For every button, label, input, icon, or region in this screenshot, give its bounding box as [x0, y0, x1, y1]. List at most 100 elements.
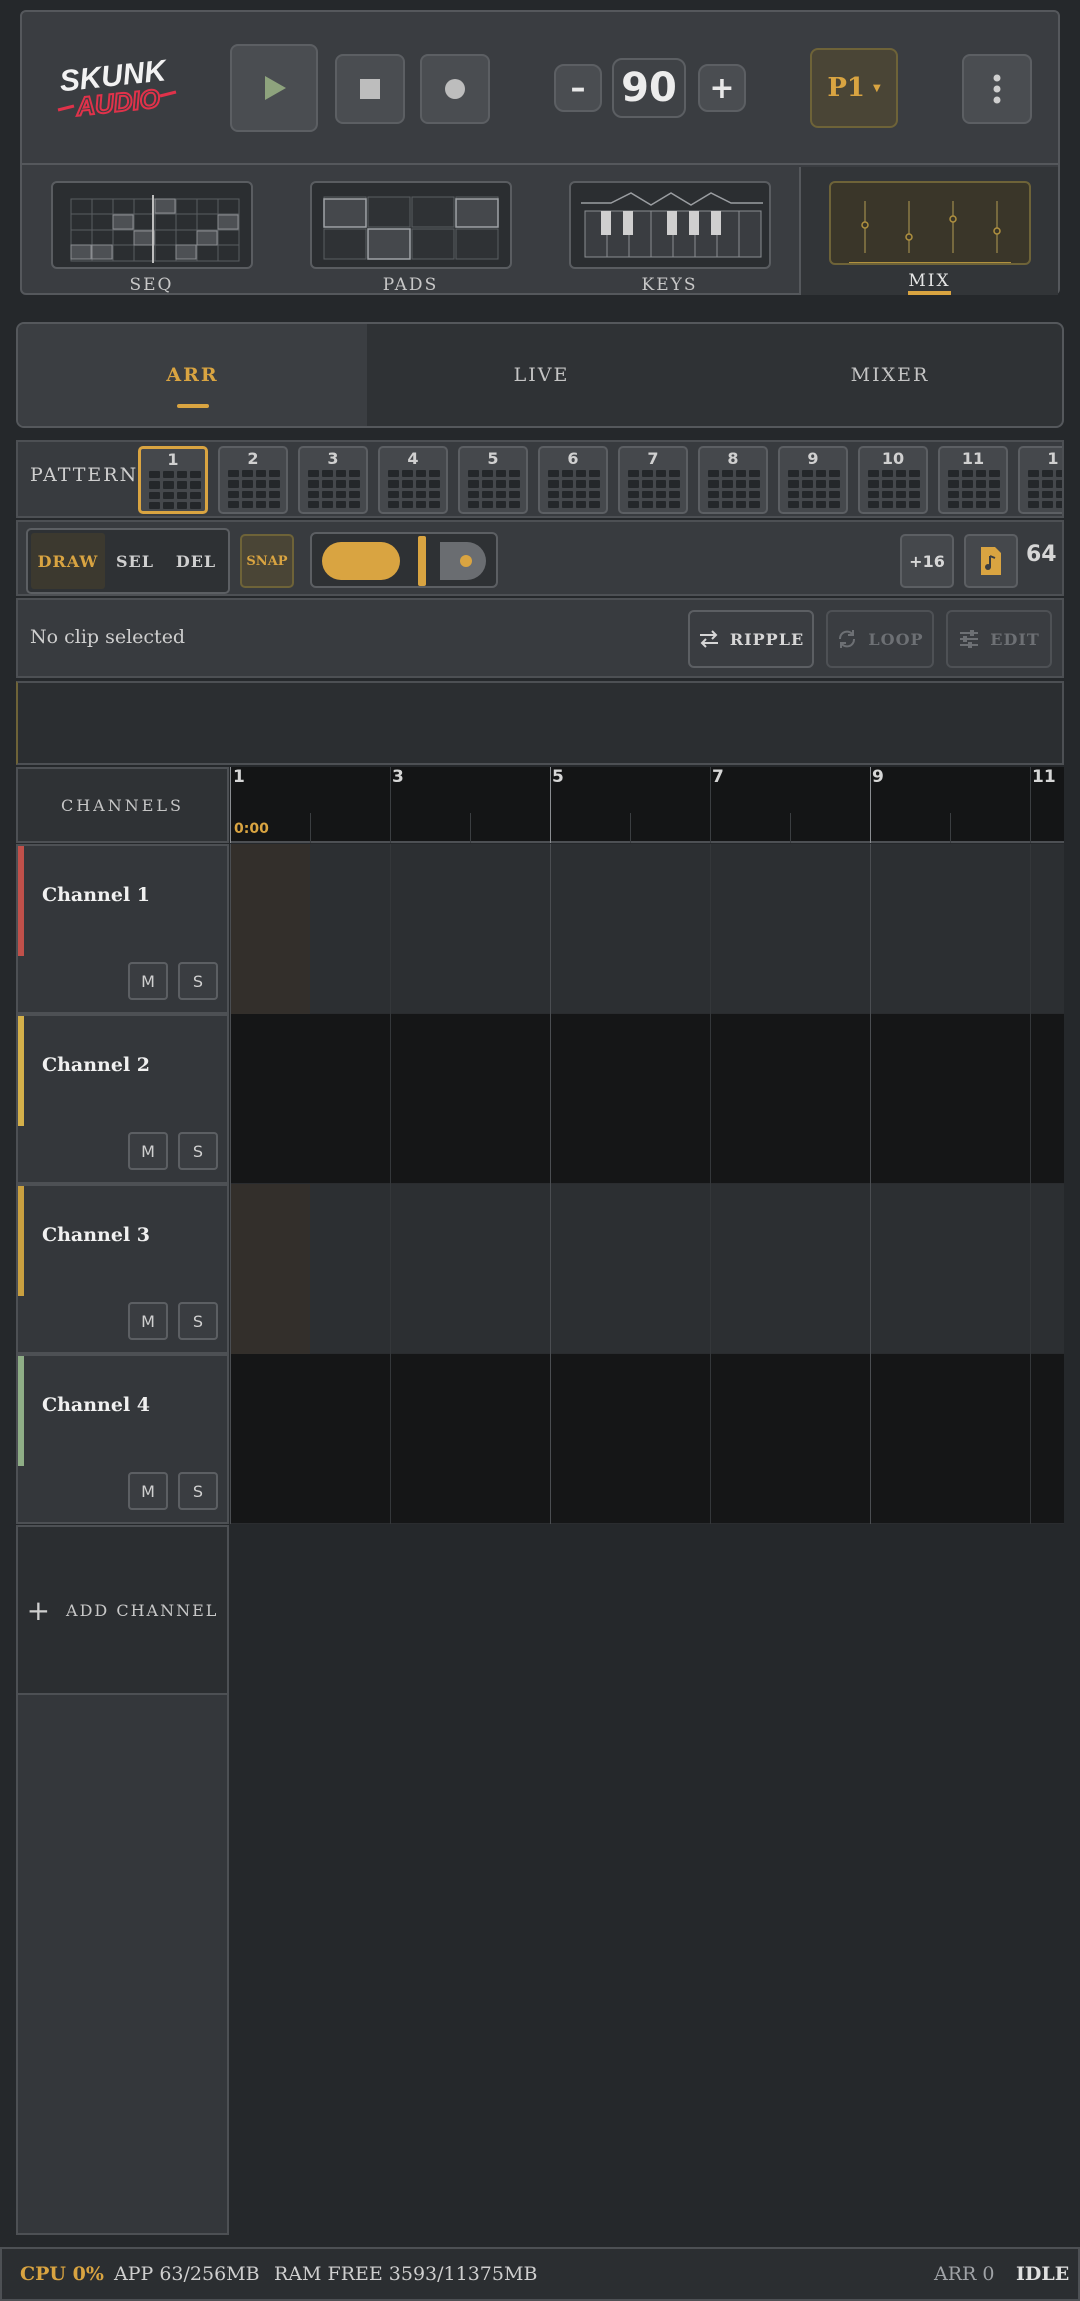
- mute-button[interactable]: M: [128, 1302, 168, 1340]
- channel-lane-2[interactable]: [230, 1014, 1064, 1184]
- lane-gridline: [710, 1354, 711, 1524]
- pattern-select-value: P1: [827, 73, 865, 103]
- clip-bar: No clip selected RIPPLE LOOP EDIT: [16, 598, 1064, 678]
- app-header: SKUNK AUDIO – 90 + P1 ▼ SEQ PADS KEYS MI…: [20, 10, 1060, 295]
- zoom-handle[interactable]: [418, 536, 426, 586]
- view-tabs: ARR LIVE MIXER: [16, 322, 1064, 428]
- channel-row-3[interactable]: Channel 3 MS: [16, 1184, 229, 1354]
- lane-gridline: [550, 1014, 551, 1184]
- add-16-bars-button[interactable]: +16: [900, 534, 954, 588]
- solo-button[interactable]: S: [178, 1132, 218, 1170]
- tab-arr[interactable]: ARR: [18, 324, 367, 426]
- engine-state: IDLE: [1016, 2263, 1070, 2285]
- pattern-slot-12[interactable]: 1: [1018, 446, 1062, 514]
- channel-name[interactable]: Channel 4: [42, 1394, 150, 1416]
- channel-lane-4[interactable]: [230, 1354, 1064, 1524]
- pattern-select-dropdown[interactable]: P1 ▼: [810, 48, 898, 128]
- mute-button[interactable]: M: [128, 1132, 168, 1170]
- tab-live[interactable]: LIVE: [367, 324, 716, 426]
- mute-button[interactable]: M: [128, 1472, 168, 1510]
- lane-gridline: [390, 1184, 391, 1354]
- mode-pads[interactable]: PADS: [281, 167, 540, 295]
- solo-button[interactable]: S: [178, 1302, 218, 1340]
- pattern-slot-4[interactable]: 4: [378, 446, 448, 514]
- lane-gridline: [230, 1354, 231, 1524]
- ripple-button[interactable]: RIPPLE: [688, 610, 814, 668]
- arrangement-count: ARR 0: [934, 2263, 995, 2285]
- edit-button[interactable]: EDIT: [946, 610, 1052, 668]
- channel-row-1[interactable]: Channel 1 MS: [16, 844, 229, 1014]
- snap-toggle-button[interactable]: SNAP: [240, 534, 294, 588]
- zoom-track-fill: [322, 542, 400, 580]
- lane-highlight: [230, 844, 310, 1014]
- channel-lane-3[interactable]: [230, 1184, 1064, 1354]
- pattern-slot-5[interactable]: 5: [458, 446, 528, 514]
- delete-tool-button[interactable]: DEL: [165, 533, 227, 589]
- solo-button[interactable]: S: [178, 1472, 218, 1510]
- pattern-number: 1: [1047, 449, 1059, 468]
- mode-seq[interactable]: SEQ: [22, 167, 281, 295]
- ruler-line: [390, 767, 391, 843]
- loop-button[interactable]: LOOP: [826, 610, 934, 668]
- channel-row-4[interactable]: Channel 4 MS: [16, 1354, 229, 1524]
- channel-lane-1[interactable]: [230, 844, 1064, 1014]
- pattern-slot-1[interactable]: 1: [138, 446, 208, 514]
- pattern-number: 2: [247, 449, 259, 468]
- bar-number: 3: [392, 767, 404, 787]
- pattern-grid-icon: [388, 470, 440, 508]
- stop-button[interactable]: [335, 54, 405, 124]
- pattern-slot-8[interactable]: 8: [698, 446, 768, 514]
- mode-keys[interactable]: KEYS: [540, 167, 799, 295]
- mode-pads-label: PADS: [382, 275, 439, 295]
- bpm-decrease-button[interactable]: –: [554, 64, 602, 112]
- more-vertical-icon: [993, 74, 1001, 104]
- pattern-slot-3[interactable]: 3: [298, 446, 368, 514]
- music-file-button[interactable]: [964, 534, 1018, 588]
- zoom-dot-icon: [460, 555, 472, 567]
- channel-row-2[interactable]: Channel 2 MS: [16, 1014, 229, 1184]
- clip-preview-area[interactable]: [16, 681, 1064, 765]
- play-button[interactable]: [230, 44, 318, 132]
- cpu-usage: CPU 0%: [20, 2263, 104, 2285]
- status-bar: CPU 0% APP 63/256MB RAM FREE 3593/11375M…: [0, 2247, 1080, 2301]
- bpm-display[interactable]: 90: [612, 58, 686, 118]
- channel-name[interactable]: Channel 1: [42, 884, 150, 906]
- pattern-grid-icon: [308, 470, 360, 508]
- timeline-ruler[interactable]: 1 3 5 7 9 11 0:00: [230, 767, 1064, 843]
- channel-name[interactable]: Channel 2: [42, 1054, 150, 1076]
- pattern-slot-9[interactable]: 9: [778, 446, 848, 514]
- zoom-slider[interactable]: [310, 532, 498, 588]
- select-tool-button[interactable]: SEL: [105, 533, 165, 589]
- pattern-slot-11[interactable]: 11: [938, 446, 1008, 514]
- mode-mix[interactable]: MIX: [799, 167, 1058, 295]
- stop-icon: [360, 79, 380, 99]
- lane-gridline: [230, 844, 231, 1014]
- channel-name[interactable]: Channel 3: [42, 1224, 150, 1246]
- record-button[interactable]: [420, 54, 490, 124]
- pattern-slot-10[interactable]: 10: [858, 446, 928, 514]
- pattern-number: 11: [961, 449, 985, 468]
- lane-gridline: [1030, 1354, 1031, 1524]
- pattern-slot-7[interactable]: 7: [618, 446, 688, 514]
- mute-button[interactable]: M: [128, 962, 168, 1000]
- bar-number: 1: [233, 767, 245, 787]
- caret-down-icon: ▼: [872, 82, 881, 94]
- solo-button[interactable]: S: [178, 962, 218, 1000]
- skunk-audio-logo: SKUNK AUDIO: [52, 52, 182, 123]
- lane-gridline: [390, 844, 391, 1014]
- ruler-line: [950, 813, 951, 843]
- ruler-line: [310, 813, 311, 843]
- lane-gridline: [550, 1354, 551, 1524]
- draw-tool-button[interactable]: DRAW: [31, 533, 105, 589]
- more-menu-button[interactable]: [962, 54, 1032, 124]
- add-channel-button[interactable]: + ADD CHANNEL: [16, 1525, 229, 1695]
- tab-mixer[interactable]: MIXER: [716, 324, 1062, 426]
- swap-arrows-icon: [699, 630, 718, 648]
- app-memory: APP 63/256MB: [114, 2263, 260, 2285]
- bpm-increase-button[interactable]: +: [698, 64, 746, 112]
- pattern-slot-6[interactable]: 6: [538, 446, 608, 514]
- lane-highlight: [230, 1184, 310, 1354]
- pattern-slot-2[interactable]: 2: [218, 446, 288, 514]
- zoom-track: [440, 542, 486, 580]
- ruler-line: [230, 767, 231, 843]
